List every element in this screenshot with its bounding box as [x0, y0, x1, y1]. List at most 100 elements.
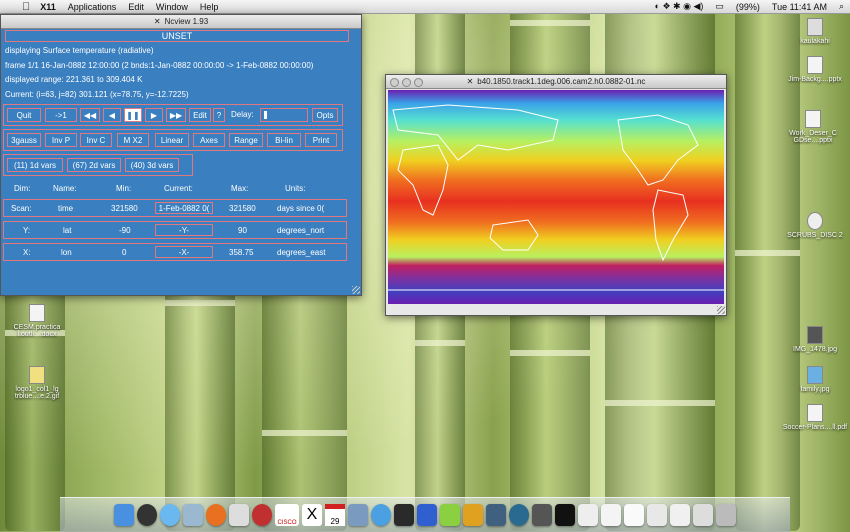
app-icon[interactable] [486, 504, 506, 526]
rewind-button[interactable]: ◀◀ [80, 108, 100, 122]
cisco-icon[interactable]: CISCO [275, 504, 299, 526]
trash-icon[interactable] [716, 504, 736, 526]
3d-vars-button[interactable]: (40) 3d vars [125, 158, 179, 172]
colormap-button[interactable]: 3gauss [7, 133, 41, 147]
info-line-1: displaying Surface temperature (radiativ… [5, 46, 154, 55]
row-current-field[interactable]: -X- [155, 246, 213, 258]
minimize-icon[interactable] [402, 78, 411, 87]
app-icon[interactable] [394, 504, 414, 526]
preview-icon[interactable] [229, 504, 249, 526]
row-dim: X: [23, 248, 31, 257]
clock[interactable]: Tue 11:41 AM [766, 2, 833, 12]
bilinear-button[interactable]: Bi-lin [267, 133, 301, 147]
battery-icon[interactable]: ▭ [709, 1, 730, 12]
header-min: Min: [116, 184, 132, 193]
menu-edit[interactable]: Edit [122, 2, 150, 12]
document-icon[interactable] [601, 504, 621, 526]
delay-slider-thumb[interactable] [264, 111, 267, 119]
window-buttons [390, 78, 423, 87]
safari-icon[interactable] [160, 504, 180, 526]
mail-icon[interactable] [183, 504, 203, 526]
itunes-icon[interactable] [371, 504, 391, 526]
menu-applications[interactable]: Applications [62, 2, 123, 12]
app-icon[interactable] [417, 504, 437, 526]
ncview-title: Ncview 1.93 [164, 17, 209, 26]
ncview-titlebar[interactable]: ✕ Ncview 1.93 [1, 15, 361, 29]
finder-icon[interactable] [114, 504, 134, 526]
back-button[interactable]: ◀ [103, 108, 121, 122]
1d-vars-button[interactable]: (11) 1d vars [7, 158, 63, 172]
app-icon[interactable] [463, 504, 483, 526]
range-button[interactable]: Range [229, 133, 263, 147]
document-icon[interactable] [647, 504, 667, 526]
desktop-item[interactable]: IMG_1478.jpg [780, 326, 850, 353]
desktop-item[interactable]: SCRUBS_DISC 2 [780, 212, 850, 239]
desktop-item[interactable]: logo1_col1_lg trblue....e.2.gif [2, 366, 72, 400]
menu-window[interactable]: Window [150, 2, 194, 12]
terminal-icon[interactable] [555, 504, 575, 526]
desktop-item[interactable]: Soccer-Plans....ll.pdf [780, 404, 850, 431]
time-machine-icon[interactable] [509, 504, 529, 526]
info-line-4: Current: (i=63, j=82) 301.121 (x=78.75, … [5, 90, 189, 99]
info-line-2: frame 1/1 16-Jan-0882 12:00:00 (2 bnds:1… [5, 61, 314, 70]
desktop-item[interactable]: kaulakahi [780, 18, 850, 45]
iphoto-icon[interactable] [348, 504, 368, 526]
document-icon[interactable] [670, 504, 690, 526]
x11-window-icon: ✕ [153, 17, 161, 26]
menu-bar:  X11 Applications Edit Window Help ◐ ❖ … [0, 0, 850, 14]
desktop-item[interactable]: Jim-Backg....pptx [780, 56, 850, 83]
invert-physical-button[interactable]: Inv P [45, 133, 77, 147]
pause-button[interactable]: ❚❚ [124, 108, 142, 122]
dashboard-icon[interactable] [137, 504, 157, 526]
opts-button[interactable]: Opts [312, 108, 338, 122]
firefox-icon[interactable] [206, 504, 226, 526]
forward-button[interactable]: ▶ [145, 108, 163, 122]
desktop-item-label: Work_Deser_C GDse....pptx [789, 130, 837, 144]
app-icon[interactable] [252, 504, 272, 526]
document-icon[interactable] [624, 504, 644, 526]
row-max: 321580 [229, 204, 256, 213]
2d-vars-button[interactable]: (67) 2d vars [67, 158, 121, 172]
app-icon[interactable] [440, 504, 460, 526]
desktop-item[interactable]: family.jpg [780, 366, 850, 393]
resize-grip-icon[interactable] [352, 286, 360, 294]
map-window: ✕ b40.1850.track1.1deg.006.cam2.h0.0882-… [385, 74, 727, 316]
quit-button[interactable]: Quit [7, 108, 41, 122]
spotlight-icon[interactable]: ⌕ [833, 1, 850, 12]
status-box: UNSET [5, 30, 349, 42]
zoom-icon[interactable] [414, 78, 423, 87]
print-button[interactable]: Print [305, 133, 337, 147]
temperature-map-image[interactable] [388, 90, 724, 304]
row-max: 358.75 [229, 248, 254, 257]
axes-button[interactable]: Axes [193, 133, 225, 147]
battery-percent[interactable]: (99%) [730, 2, 766, 12]
invert-color-button[interactable]: Inv C [80, 133, 112, 147]
desktop-item[interactable]: CESM.practica l.outli....docx [2, 304, 72, 338]
row-min: -90 [119, 226, 131, 235]
resize-grip-icon[interactable] [717, 306, 725, 314]
document-icon[interactable] [578, 504, 598, 526]
document-icon[interactable] [693, 504, 713, 526]
map-titlebar[interactable]: ✕ b40.1850.track1.1deg.006.cam2.h0.0882-… [386, 75, 726, 89]
fast-forward-button[interactable]: ▶▶ [166, 108, 186, 122]
delay-slider[interactable] [260, 108, 308, 122]
magnify-button[interactable]: M X2 [117, 133, 149, 147]
help-button[interactable]: ? [213, 108, 225, 122]
menu-help[interactable]: Help [194, 2, 225, 12]
status-icons[interactable]: ◐ ❖ ✱ ◉ ◀) [649, 1, 710, 12]
x11-icon[interactable]: X [302, 504, 322, 526]
apple-logo-icon[interactable]:  [18, 1, 34, 13]
edit-button[interactable]: Edit [189, 108, 211, 122]
step-button[interactable]: ->1 [45, 108, 77, 122]
row-current-field[interactable]: 1-Feb-0882 0( [155, 202, 213, 214]
menu-app-x11[interactable]: X11 [34, 2, 62, 12]
row-current-field[interactable]: -Y- [155, 224, 213, 236]
desktop-item[interactable]: Work_Deser_C GDse....pptx [778, 110, 848, 144]
close-icon[interactable] [390, 78, 399, 87]
drive-icon [807, 18, 823, 36]
map-field [388, 90, 724, 304]
ical-icon[interactable]: 29 [325, 504, 345, 526]
header-max: Max: [231, 184, 249, 193]
linear-button[interactable]: Linear [155, 133, 189, 147]
app-icon[interactable] [532, 504, 552, 526]
